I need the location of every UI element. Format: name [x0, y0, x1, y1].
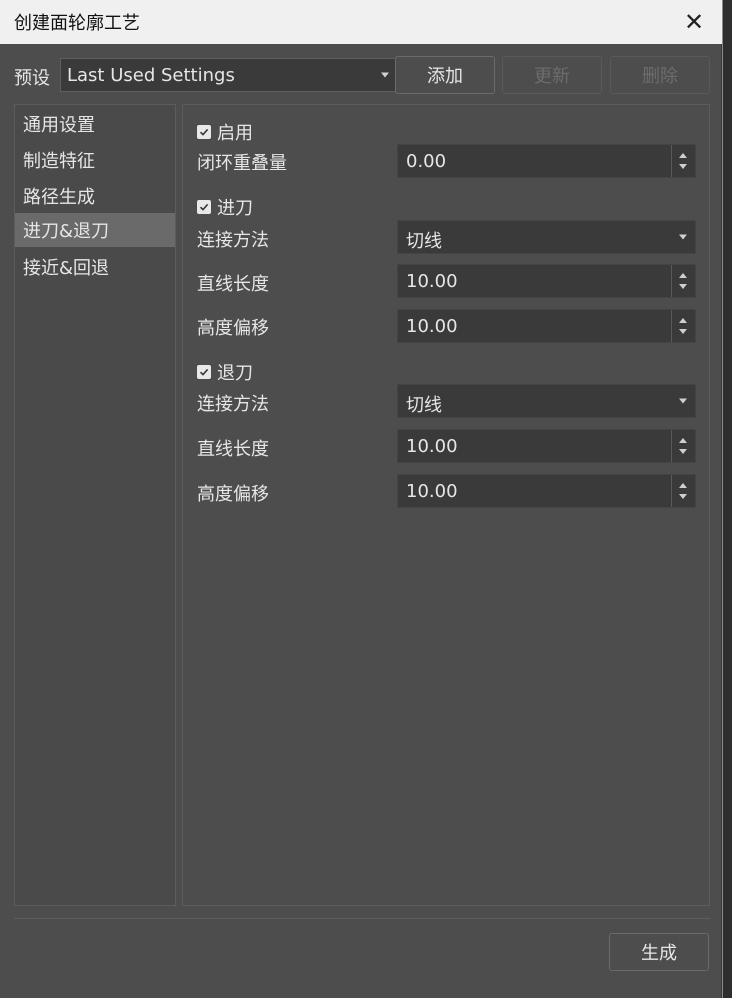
- closed-overlap-label: 闭环重叠量: [197, 153, 287, 174]
- sidebar-item-approach-retract[interactable]: 接近&回退: [15, 250, 175, 284]
- lead-in-method-select[interactable]: 切线: [397, 220, 696, 254]
- closed-overlap-value: 0.00: [406, 151, 447, 172]
- titlebar: 创建面轮廓工艺 ✕: [0, 0, 722, 44]
- enable-checkbox-row[interactable]: 启用: [197, 119, 253, 145]
- spin-arrows[interactable]: [671, 475, 695, 507]
- spin-arrows[interactable]: [671, 310, 695, 342]
- footer-divider: [14, 918, 710, 919]
- checkbox-checked-icon[interactable]: [197, 200, 211, 214]
- lead-out-line-length-value: 10.00: [406, 436, 458, 457]
- spin-down-icon[interactable]: [679, 494, 687, 499]
- lead-in-label: 进刀: [217, 198, 253, 219]
- spin-up-icon[interactable]: [679, 273, 687, 278]
- enable-label: 启用: [217, 123, 253, 144]
- preset-selected-value: Last Used Settings: [67, 64, 235, 86]
- lead-out-method-value: 切线: [406, 395, 442, 416]
- generate-button[interactable]: 生成: [609, 933, 709, 971]
- spin-down-icon[interactable]: [679, 284, 687, 289]
- preset-label: 预设: [14, 68, 50, 89]
- lead-out-line-length-label: 直线长度: [197, 439, 269, 460]
- lead-out-label: 退刀: [217, 363, 253, 384]
- preset-row: 预设 Last Used Settings 添加 更新 删除: [14, 56, 710, 94]
- lead-in-height-offset-value: 10.00: [406, 316, 458, 337]
- spin-arrows[interactable]: [671, 430, 695, 462]
- sidebar-item-general[interactable]: 通用设置: [15, 107, 175, 141]
- preset-select[interactable]: Last Used Settings: [60, 58, 398, 92]
- sidebar-item-lead-in-out[interactable]: 进刀&退刀: [15, 213, 175, 247]
- sidebar-item-features[interactable]: 制造特征: [15, 143, 175, 177]
- lead-in-method-label: 连接方法: [197, 230, 269, 251]
- lead-out-height-offset-label: 高度偏移: [197, 484, 269, 505]
- background-edge: [722, 0, 723, 998]
- chevron-down-icon: [679, 398, 687, 404]
- checkbox-checked-icon[interactable]: [197, 125, 211, 139]
- spin-up-icon[interactable]: [679, 153, 687, 158]
- settings-panel: 启用 闭环重叠量 0.00 进刀 连接方法 切线 直线长度 10.00 高度偏移…: [182, 104, 710, 906]
- sidebar-item-path-generation[interactable]: 路径生成: [15, 179, 175, 213]
- spin-up-icon[interactable]: [679, 483, 687, 488]
- lead-in-height-offset-label: 高度偏移: [197, 318, 269, 339]
- lead-out-height-offset-input[interactable]: 10.00: [397, 474, 696, 508]
- lead-in-height-offset-input[interactable]: 10.00: [397, 309, 696, 343]
- sidebar-item-label: 制造特征: [23, 151, 95, 172]
- lead-in-checkbox-row[interactable]: 进刀: [197, 194, 253, 220]
- spin-up-icon[interactable]: [679, 318, 687, 323]
- sidebar-item-label: 接近&回退: [23, 258, 110, 279]
- lead-out-checkbox-row[interactable]: 退刀: [197, 359, 253, 385]
- chevron-down-icon: [679, 234, 687, 240]
- lead-out-line-length-input[interactable]: 10.00: [397, 429, 696, 463]
- lead-in-method-value: 切线: [406, 231, 442, 252]
- sidebar-item-label: 进刀&退刀: [23, 221, 110, 242]
- lead-in-line-length-value: 10.00: [406, 271, 458, 292]
- spin-down-icon[interactable]: [679, 164, 687, 169]
- lead-in-line-length-input[interactable]: 10.00: [397, 264, 696, 298]
- sidebar-item-label: 路径生成: [23, 187, 95, 208]
- spin-down-icon[interactable]: [679, 449, 687, 454]
- lead-out-method-label: 连接方法: [197, 394, 269, 415]
- add-button[interactable]: 添加: [395, 56, 495, 94]
- category-sidebar: 通用设置 制造特征 路径生成 进刀&退刀 接近&回退: [14, 104, 176, 906]
- closed-overlap-input[interactable]: 0.00: [397, 144, 696, 178]
- create-face-contour-dialog: 创建面轮廓工艺 ✕ 预设 Last Used Settings 添加 更新 删除…: [0, 0, 722, 998]
- dialog-title: 创建面轮廓工艺: [14, 13, 140, 34]
- checkbox-checked-icon[interactable]: [197, 365, 211, 379]
- lead-in-line-length-label: 直线长度: [197, 274, 269, 295]
- chevron-down-icon: [381, 72, 389, 78]
- spin-down-icon[interactable]: [679, 329, 687, 334]
- spin-up-icon[interactable]: [679, 438, 687, 443]
- close-icon[interactable]: ✕: [680, 8, 708, 36]
- lead-out-height-offset-value: 10.00: [406, 481, 458, 502]
- update-button[interactable]: 更新: [502, 56, 602, 94]
- delete-button[interactable]: 删除: [610, 56, 710, 94]
- spin-arrows[interactable]: [671, 265, 695, 297]
- sidebar-item-label: 通用设置: [23, 115, 95, 136]
- lead-out-method-select[interactable]: 切线: [397, 384, 696, 418]
- spin-arrows[interactable]: [671, 145, 695, 177]
